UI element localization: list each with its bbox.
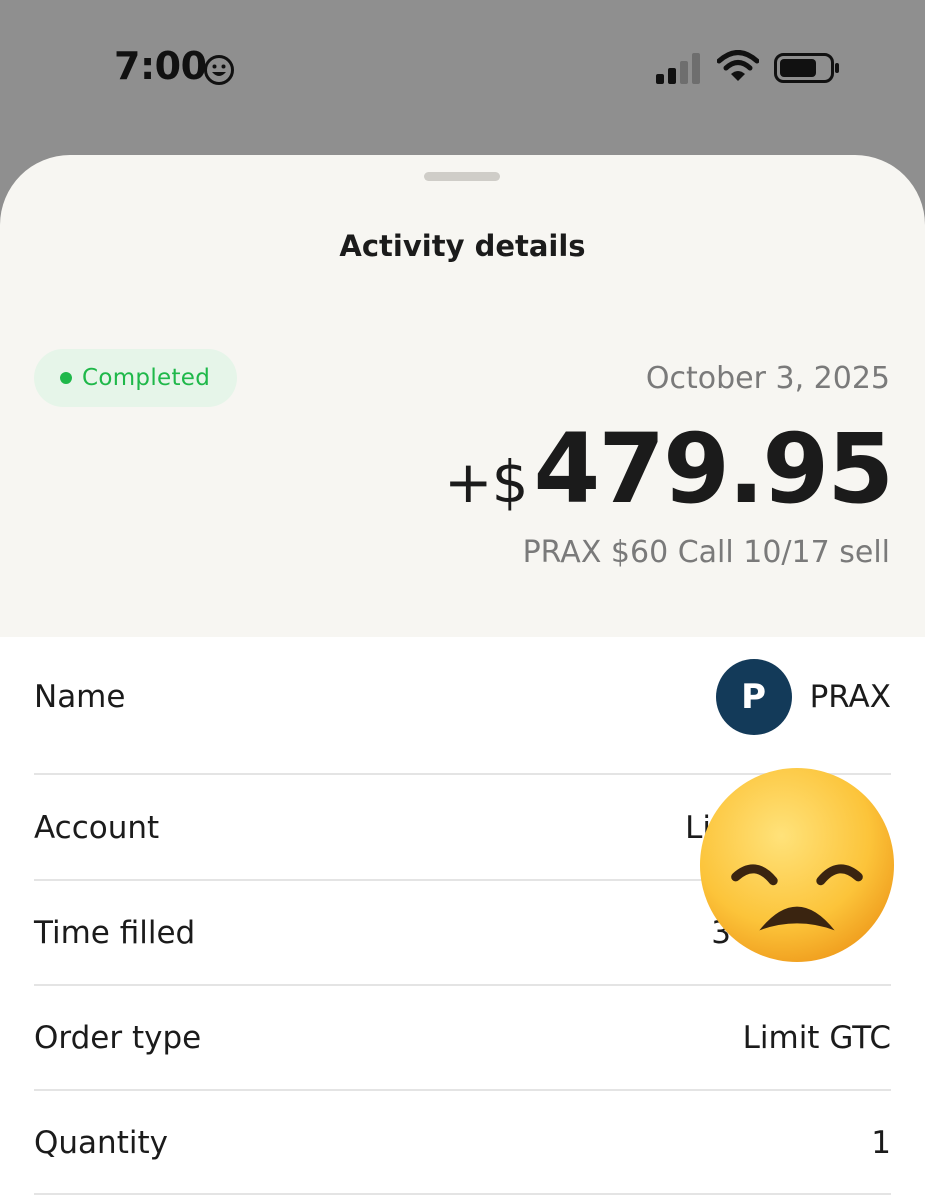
- status-time: 7:00: [114, 44, 207, 88]
- status-bar: 7:00: [0, 0, 925, 150]
- sheet-title: Activity details: [339, 229, 586, 263]
- divider: [34, 1089, 891, 1091]
- divider: [34, 984, 891, 986]
- amount-prefix: +$: [444, 448, 528, 516]
- name-value: P PRAX: [715, 659, 891, 735]
- detail-row-quantity[interactable]: Quantity 1: [34, 1120, 891, 1166]
- row-label: Order type: [34, 1020, 202, 1056]
- sad-face-emoji-icon: [699, 767, 895, 963]
- activity-details-sheet: Activity details Completed October 3, 20…: [0, 155, 925, 1200]
- avatar: P: [715, 659, 792, 735]
- status-dot-icon: [60, 372, 72, 384]
- row-value: Limit GTC: [742, 1020, 891, 1056]
- status-label: Completed: [82, 365, 211, 391]
- row-value: PRAX: [809, 679, 891, 715]
- detail-row-name[interactable]: Name P PRAX: [34, 659, 891, 735]
- amount: +$ 479.95: [444, 413, 894, 525]
- row-value: 1: [871, 1125, 891, 1161]
- detail-row-order-type[interactable]: Order type Limit GTC: [34, 1015, 891, 1061]
- sheet-grabber-handle[interactable]: [424, 172, 500, 181]
- activity-date: October 3, 2025: [645, 361, 890, 396]
- wifi-icon: [717, 50, 759, 81]
- row-label: Account: [34, 810, 160, 846]
- amount-value: 479.95: [533, 413, 894, 525]
- divider: [34, 1193, 891, 1195]
- battery-icon: [774, 53, 839, 83]
- row-label: Name: [34, 679, 126, 715]
- row-label: Time filled: [34, 915, 196, 951]
- activity-subtitle: PRAX $60 Call 10/17 sell: [522, 535, 890, 570]
- status-badge: Completed: [34, 349, 237, 407]
- row-label: Quantity: [34, 1125, 168, 1161]
- smiley-icon: [204, 55, 234, 85]
- cellular-signal-icon: [656, 53, 700, 84]
